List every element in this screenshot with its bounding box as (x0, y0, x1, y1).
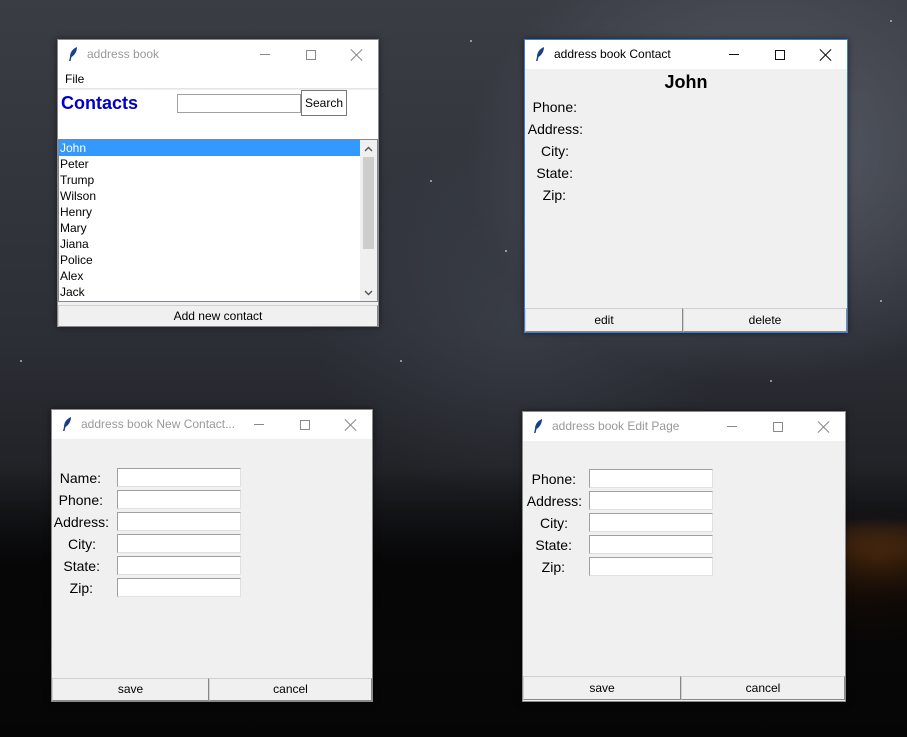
list-item[interactable]: John (59, 140, 360, 156)
minimize-icon (727, 426, 737, 427)
list-item[interactable]: Alex (59, 268, 360, 284)
contacts-listbox[interactable]: John Peter Trump Wilson Henry Mary Jiana Police… (58, 139, 378, 302)
phone-field[interactable] (589, 469, 713, 488)
address-label: Address: (526, 493, 582, 509)
zip-label: Zip: (542, 187, 566, 203)
address-label: Address: (53, 514, 109, 530)
cancel-button[interactable]: cancel (209, 678, 372, 701)
zip-field[interactable] (589, 557, 713, 576)
chevron-up-icon (364, 146, 373, 151)
feather-icon (63, 417, 71, 431)
minimize-button[interactable] (709, 412, 755, 441)
minimize-icon (260, 54, 270, 55)
maximize-button[interactable] (288, 40, 334, 69)
title-bar[interactable]: address book (58, 40, 378, 69)
phone-label: Phone: (58, 492, 103, 508)
maximize-icon (773, 421, 783, 432)
search-input[interactable] (177, 94, 301, 113)
scroll-down-button[interactable] (360, 284, 377, 301)
zip-label: Zip: (541, 559, 565, 575)
title-bar[interactable]: address book Contact (525, 40, 847, 69)
edit-button[interactable]: edit (525, 308, 683, 332)
close-button[interactable] (803, 40, 849, 69)
name-field[interactable] (117, 468, 241, 487)
close-button[interactable] (328, 410, 374, 439)
city-field[interactable] (589, 513, 713, 532)
maximize-icon (775, 49, 785, 60)
list-item[interactable]: Trump (59, 172, 360, 188)
state-label: State: (63, 558, 100, 574)
list-item[interactable]: Peter (59, 156, 360, 172)
close-icon (345, 419, 357, 431)
phone-label: Phone: (531, 471, 576, 487)
phone-label: Phone: (532, 99, 577, 115)
list-scrollbar[interactable] (360, 140, 377, 301)
address-field[interactable] (117, 512, 241, 531)
list-item[interactable]: Police (59, 252, 360, 268)
new-contact-window: address book New Contact... Name: Phone:… (51, 409, 373, 702)
minimize-button[interactable] (711, 40, 757, 69)
contacts-heading: Contacts (61, 93, 139, 113)
window-title: address book Contact (554, 47, 671, 61)
close-button[interactable] (801, 412, 847, 441)
add-new-contact-button[interactable]: Add new contact (58, 305, 378, 327)
city-label: City: (541, 143, 569, 159)
list-item[interactable]: Mary (59, 220, 360, 236)
feather-icon (536, 47, 544, 61)
cancel-button[interactable]: cancel (681, 676, 845, 700)
maximize-button[interactable] (757, 40, 803, 69)
maximize-button[interactable] (755, 412, 801, 441)
zip-label: Zip: (69, 580, 93, 596)
state-label: State: (535, 537, 572, 553)
address-label: Address: (527, 121, 583, 137)
close-button[interactable] (334, 40, 380, 69)
delete-button[interactable]: delete (683, 308, 847, 332)
header-area: Contacts Search (58, 90, 378, 139)
maximize-icon (306, 49, 316, 60)
feather-icon (69, 47, 77, 61)
list-item[interactable]: Jiana (59, 236, 360, 252)
city-field[interactable] (117, 534, 241, 553)
save-button[interactable]: save (523, 676, 681, 700)
window-title: address book Edit Page (552, 419, 680, 433)
maximize-icon (300, 419, 310, 430)
window-title: address book (87, 47, 160, 61)
minimize-button[interactable] (242, 40, 288, 69)
phone-field[interactable] (117, 490, 241, 509)
menu-file[interactable]: File (65, 72, 84, 86)
scrollbar-thumb[interactable] (363, 157, 374, 249)
chevron-down-icon (364, 290, 373, 295)
name-label: Name: (59, 470, 101, 486)
zip-field[interactable] (117, 578, 241, 597)
list-item[interactable]: Wilson (59, 188, 360, 204)
maximize-button[interactable] (282, 410, 328, 439)
list-item[interactable]: Henry (59, 204, 360, 220)
minimize-button[interactable] (236, 410, 282, 439)
search-button[interactable]: Search (301, 90, 347, 116)
state-field[interactable] (117, 556, 241, 575)
city-label: City: (540, 515, 568, 531)
title-bar[interactable]: address book Edit Page (523, 412, 845, 441)
state-field[interactable] (589, 535, 713, 554)
minimize-icon (729, 54, 739, 55)
list-item[interactable]: Jack (59, 284, 360, 300)
city-label: City: (68, 536, 96, 552)
address-field[interactable] (589, 491, 713, 510)
minimize-icon (254, 424, 264, 425)
close-icon (818, 421, 830, 433)
scroll-up-button[interactable] (360, 140, 377, 157)
feather-icon (534, 419, 542, 433)
address-book-window: address book File Contacts Search John Pe… (57, 39, 379, 327)
save-button[interactable]: save (52, 678, 209, 701)
menu-bar: File (58, 69, 378, 89)
close-icon (351, 49, 363, 61)
window-title: address book New Contact... (81, 417, 236, 431)
contact-window: address book Contact John Phone: Address… (524, 39, 848, 333)
title-bar[interactable]: address book New Contact... (52, 410, 372, 439)
contact-list: John Peter Trump Wilson Henry Mary Jiana Police… (59, 140, 360, 300)
close-icon (820, 49, 832, 61)
contact-name-heading: John (664, 72, 708, 92)
state-label: State: (536, 165, 573, 181)
edit-page-window: address book Edit Page Phone: Address: C… (522, 411, 846, 702)
